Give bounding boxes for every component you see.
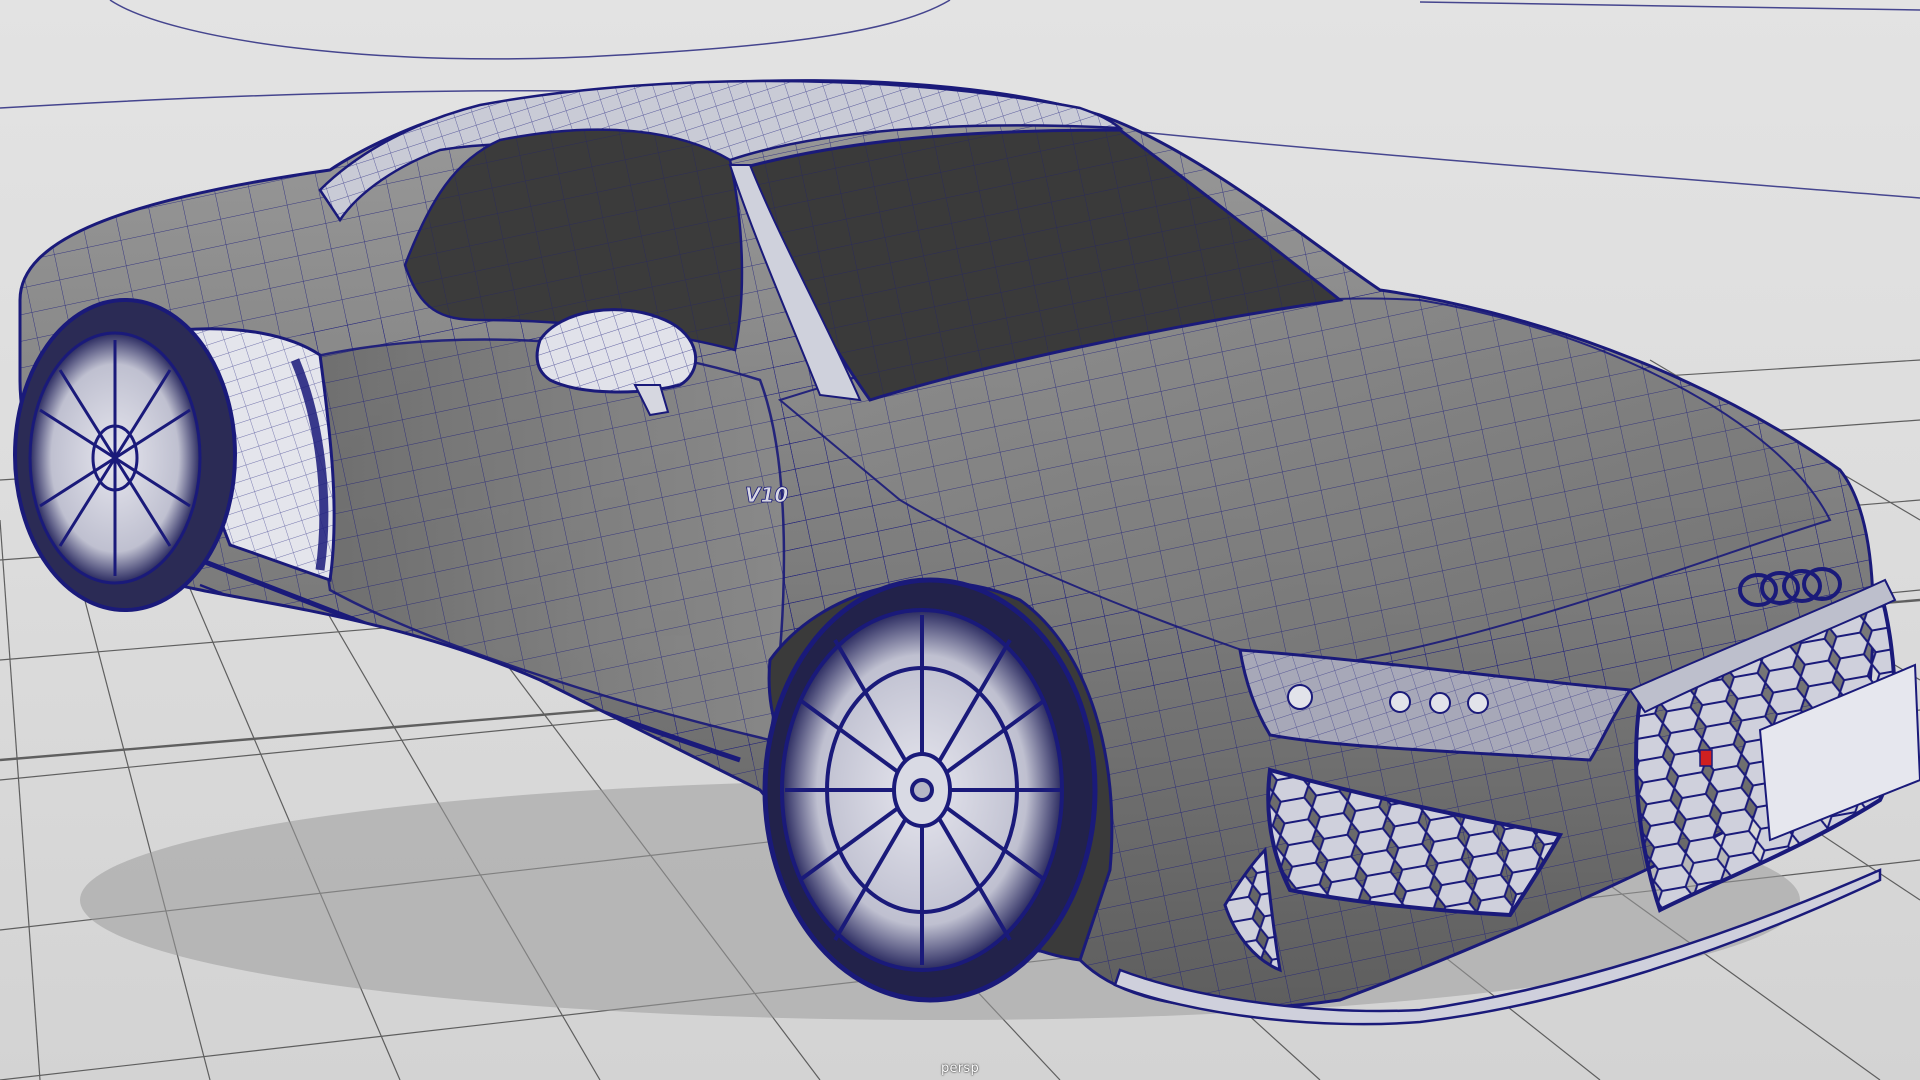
- camera-name-label: persp: [940, 1061, 980, 1076]
- rear-wheel[interactable]: [13, 298, 237, 612]
- fender-badge: V10: [745, 483, 788, 507]
- viewport-scene[interactable]: V10: [0, 0, 1920, 1080]
- maya-perspective-viewport[interactable]: V10 persp: [0, 0, 1920, 1080]
- rs-emblem: [1699, 749, 1713, 767]
- front-wheel[interactable]: [762, 577, 1114, 1003]
